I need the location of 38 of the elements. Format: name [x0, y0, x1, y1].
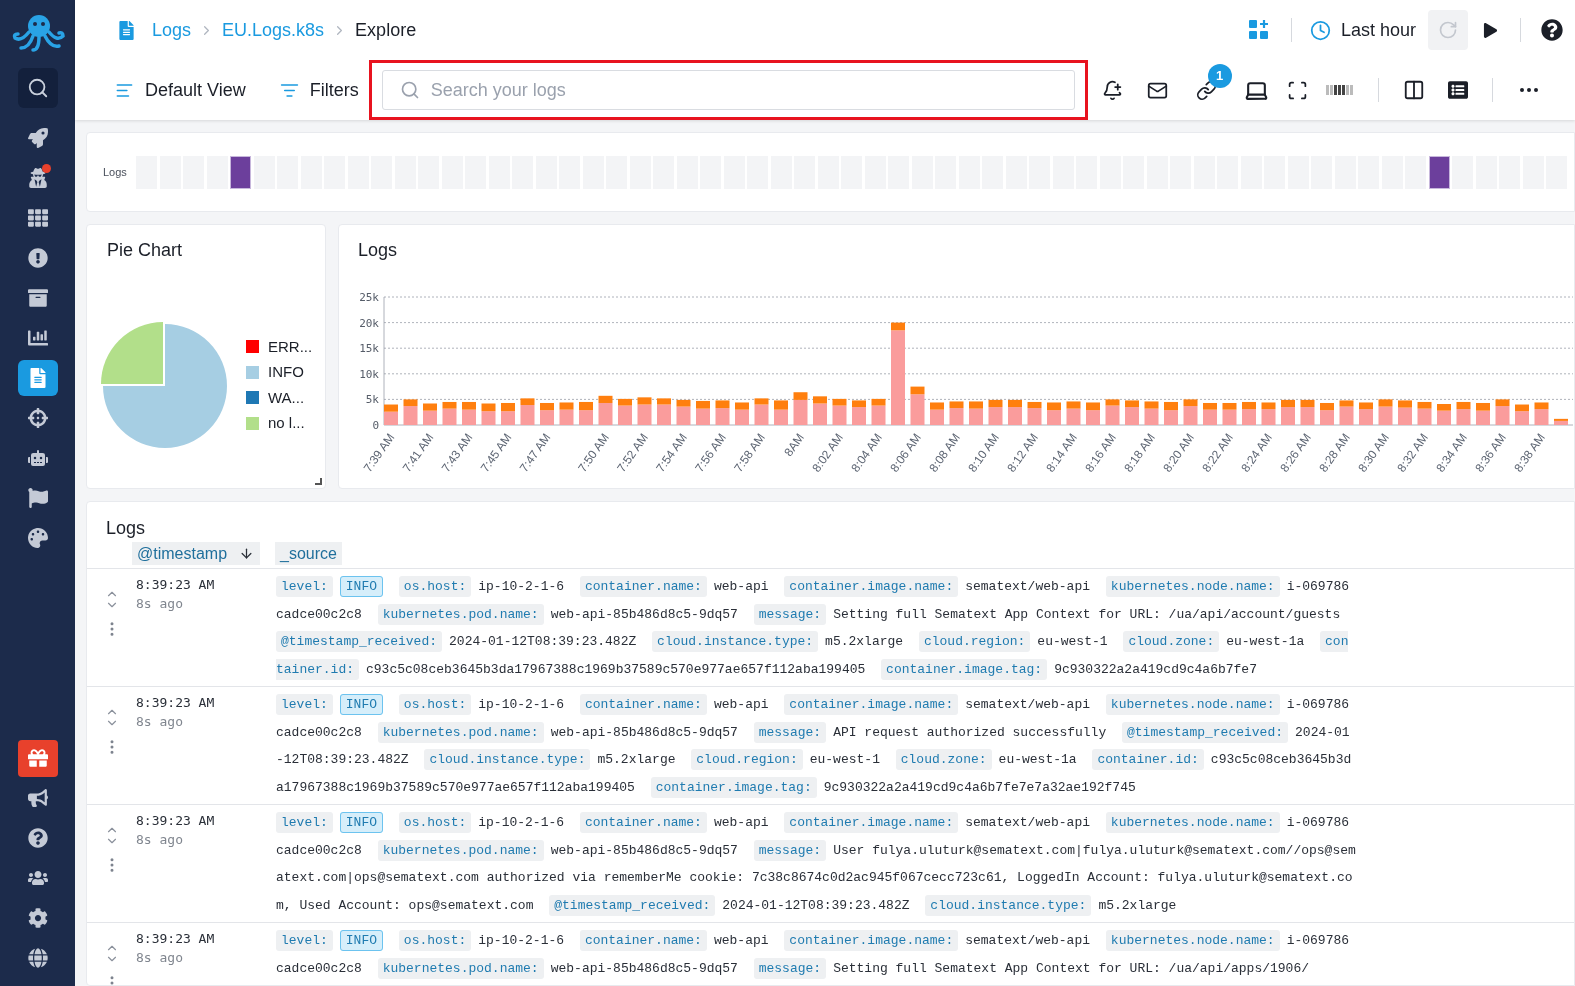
panel-title: Logs	[358, 239, 398, 262]
breadcrumb-link[interactable]: Logs	[152, 16, 192, 44]
log-source-text: level: INFO os.host: ip-10-2-1-6 container.name: web-api container.image.name: sematext/web-api kubernetes.node.name: i-069786cadce00c2c8 kubernetes.pod.name: web-api-85b486d8c5-9dq57 message: Setting full Sematext App Context for URL: /ua/api/apps/1906/	[276, 927, 1356, 985]
column-header[interactable]: @timestamp	[132, 542, 260, 565]
filters-button[interactable]: Filters	[279, 76, 359, 104]
y-tick-label: 25k	[359, 291, 379, 304]
count-badge: 1	[1207, 64, 1232, 88]
log-time: 8:39:23 AM	[136, 930, 216, 948]
log-age: 8s ago	[136, 595, 184, 613]
breadcrumb-current: Explore	[355, 18, 417, 42]
breadcrumb-link[interactable]: EU.Logs.k8s	[222, 16, 325, 44]
column-header[interactable]: _source	[275, 542, 342, 565]
log-age: 8s ago	[136, 713, 184, 731]
panel-title: Logs	[105, 517, 147, 540]
log-source-text: level: INFO os.host: ip-10-2-1-6 container.name: web-api container.image.name: sematext/web-api kubernetes.node.name: i-069786cadce00c2c8 kubernetes.pod.name: web-api-85b486d8c5-9dq57 message: API request authorized successfully @timestamp_received: 2024-01-12T08:39:23.482Z cloud.instance.type: m5.2xlarge cloud.region: eu-west-1 cloud.zone: eu-west-1a container.id: c93c5c08ceb3645b3da17967388c1969b37589c570e977ae657f112aba199405 container.image.tag: 9c930322a2a419cd9c4a6b7fe7e7a32ae192f745	[276, 691, 1356, 801]
log-source-text: level: INFO os.host: ip-10-2-1-6 container.name: web-api container.image.name: sematext/web-api kubernetes.node.name: i-069786cadce00c2c8 kubernetes.pod.name: web-api-85b486d8c5-9dq57 message: User fulya.uluturk@sematext.com|fulya.uluturk@sematext.com//ops@sematext.com|ops@sematext.com authorized via rememberMe cookie: 7c38c8674c0d2ac945f067cecc723c61, LoggedIn Account: fulya.uluturk@sematext.com, Used Account: ops@sematext.com @timestamp_received: 2024-01-12T08:39:23.482Z cloud.instance.type: m5.2xlarge	[276, 809, 1356, 919]
legend-label: WA...	[268, 387, 305, 408]
legend-label: INFO	[268, 362, 304, 382]
timeline-label: Logs	[103, 164, 128, 180]
x-tick-label: 7:54 AM	[653, 430, 690, 475]
default-view-button[interactable]: Default View	[115, 76, 246, 104]
log-age: 8s ago	[136, 831, 184, 849]
log-time: 8:39:23 AM	[136, 576, 216, 594]
y-tick-label: 5k	[365, 393, 379, 407]
legend-label: no l...	[268, 413, 305, 433]
log-source-text: level: INFO os.host: ip-10-2-1-6 container.name: web-api container.image.name: sematext/web-api kubernetes.node.name: i-069786cadce00c2c8 kubernetes.pod.name: web-api-85b486d8c5-9dq57 message: Setting full Sematext App Context for URL: /ua/api/account/guests @timestamp_received: 2024-01-12T08:39:23.482Z cloud.instance.type: m5.2xlarge cloud.region: eu-west-1 cloud.zone: eu-west-1a container.id: c93c5c08ceb3645b3da17967388c1969b37589c570e977ae657f112aba199405 container.image.tag: 9c930322a2a419cd9c4a6b7fe7	[276, 573, 1356, 683]
y-tick-label: 15k	[359, 342, 379, 356]
log-age: 8s ago	[136, 949, 184, 967]
y-tick-label: 0	[372, 419, 379, 432]
x-tick-label: 7:41 AM	[399, 430, 437, 475]
log-time: 8:39:23 AM	[136, 812, 216, 830]
legend-label: ERR...	[268, 336, 313, 357]
panel-title: Pie Chart	[107, 239, 184, 262]
log-time: 8:39:23 AM	[136, 694, 216, 712]
time-range-button[interactable]: Last hour	[1309, 16, 1416, 44]
y-tick-label: 20k	[359, 316, 379, 330]
y-tick-label: 10k	[359, 367, 379, 381]
search-field[interactable]: Search your logs	[381, 70, 1075, 110]
